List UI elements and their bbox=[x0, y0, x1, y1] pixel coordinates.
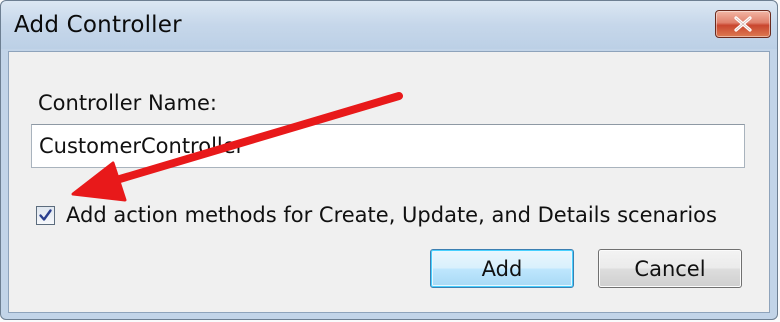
close-button[interactable] bbox=[715, 10, 771, 38]
controller-name-input[interactable] bbox=[31, 124, 745, 168]
action-methods-option[interactable]: Add action methods for Create, Update, a… bbox=[36, 202, 717, 228]
controller-name-label: Controller Name: bbox=[38, 91, 218, 115]
dialog-body: Controller Name: Add action methods for … bbox=[8, 51, 770, 313]
action-methods-checkbox[interactable] bbox=[36, 205, 55, 225]
title-bar: Add Controller bbox=[1, 1, 777, 51]
action-methods-label[interactable]: Add action methods for Create, Update, a… bbox=[66, 203, 717, 227]
add-controller-dialog: Add Controller Controller Name: Add acti… bbox=[0, 0, 778, 320]
dialog-title: Add Controller bbox=[14, 12, 182, 38]
cancel-button[interactable]: Cancel bbox=[598, 249, 742, 288]
close-icon bbox=[734, 16, 752, 32]
checkmark-icon bbox=[39, 208, 52, 221]
add-button[interactable]: Add bbox=[430, 249, 574, 288]
